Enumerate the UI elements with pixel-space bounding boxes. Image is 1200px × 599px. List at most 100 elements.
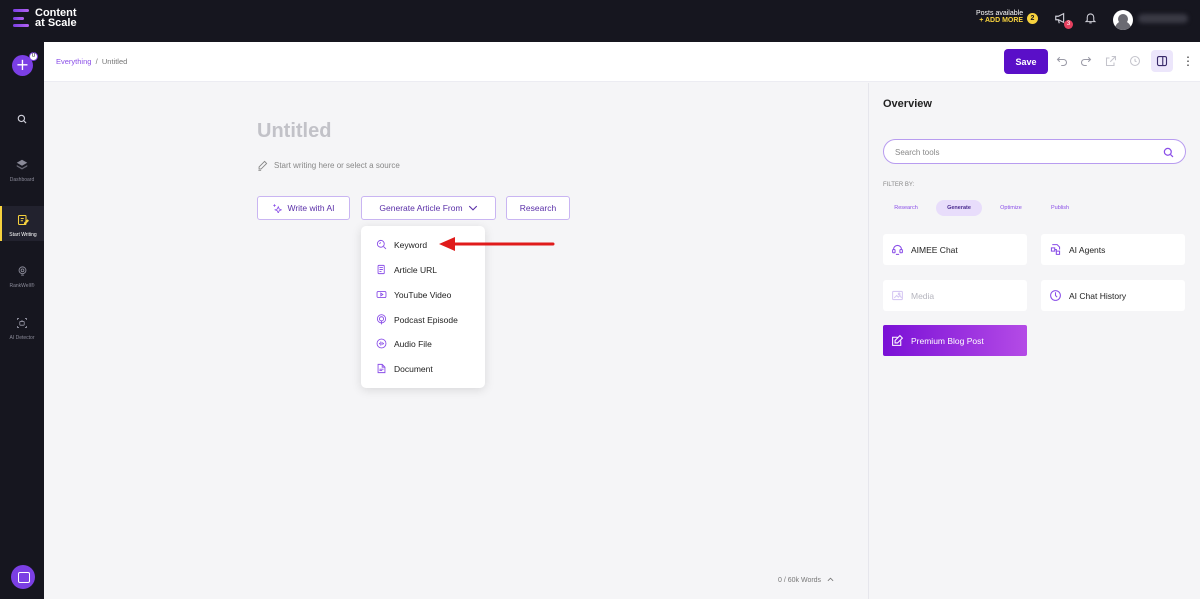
support-chat-button[interactable]: [11, 565, 35, 589]
article-icon: [377, 264, 385, 275]
sidebar-item-label: Start Writing: [9, 232, 37, 238]
username-blurred[interactable]: [1138, 14, 1188, 23]
chat-agent-icon: [892, 244, 903, 255]
pencil-icon: [258, 160, 268, 171]
chevron-down-icon: [468, 205, 477, 211]
menu-item-label: Audio File: [394, 338, 432, 349]
clock-history-icon: [1050, 290, 1061, 301]
add-more-link[interactable]: + ADD MORE: [976, 17, 1023, 24]
video-play-icon: [376, 290, 387, 299]
overview-panel: Overview FILTER BY: Research Generate Op…: [868, 83, 1200, 599]
sidebar-item-ai-detector[interactable]: AI Detector: [0, 314, 44, 344]
word-count-toggle[interactable]: 0 / 60k Words: [778, 577, 834, 584]
posts-count-badge: 2: [1027, 13, 1038, 24]
menu-item-label: Document: [394, 363, 433, 374]
brand-name: Content at Scale: [35, 8, 77, 29]
ai-agents-icon: [1050, 244, 1061, 255]
announcements-badge: 3: [1064, 20, 1073, 29]
bell-icon[interactable]: [1084, 11, 1097, 25]
new-document-badge: 0: [29, 52, 38, 61]
research-button[interactable]: Research: [506, 196, 570, 220]
more-options-icon[interactable]: ⋮: [1182, 54, 1194, 68]
sidebar-item-label: RankWell®: [9, 283, 35, 289]
tool-label: Media: [911, 290, 935, 301]
sidebar-item-dashboard[interactable]: Dashboard: [0, 156, 44, 186]
tool-premium-blog-post[interactable]: Premium Blog Post: [883, 325, 1027, 356]
sparkle-icon: [273, 204, 283, 213]
breadcrumb-current: Untitled: [101, 57, 128, 66]
posts-available[interactable]: Posts available + ADD MORE: [976, 10, 1023, 24]
tool-label: AI Chat History: [1069, 290, 1127, 301]
tool-label: Premium Blog Post: [911, 335, 984, 346]
breadcrumb: Everything / Untitled: [56, 57, 127, 66]
redo-icon[interactable]: [1080, 55, 1092, 67]
menu-item-keyword[interactable]: Keyword: [376, 239, 427, 250]
search-tools-field[interactable]: [883, 139, 1186, 164]
sidebar-item-start-writing[interactable]: Start Writing: [0, 206, 44, 241]
filter-chip-publish[interactable]: Publish: [1039, 200, 1081, 216]
sidebar-item-label: Dashboard: [9, 177, 35, 183]
side-panel-icon: [1156, 55, 1168, 67]
edit-post-icon: [892, 334, 904, 346]
write-with-ai-label: Write with AI: [287, 203, 335, 213]
menu-item-article-url[interactable]: Article URL: [376, 264, 437, 275]
annotation-arrow-icon: [439, 237, 555, 251]
filter-chip-research[interactable]: Research: [883, 200, 929, 216]
breadcrumb-separator: /: [95, 57, 98, 66]
tool-label: AI Agents: [1069, 244, 1106, 255]
menu-item-youtube-video[interactable]: YouTube Video: [376, 289, 451, 300]
document-header: Everything / Untitled Save ⋮: [44, 42, 1200, 82]
menu-item-audio-file[interactable]: Audio File: [376, 338, 432, 349]
search-icon[interactable]: [1163, 147, 1174, 158]
menu-item-label: Podcast Episode: [394, 314, 458, 325]
research-label: Research: [519, 203, 557, 213]
podcast-icon: [376, 314, 387, 325]
generate-article-from-label: Generate Article From: [379, 203, 463, 213]
filter-chip-optimize[interactable]: Optimize: [988, 200, 1034, 216]
undo-icon[interactable]: [1056, 55, 1068, 67]
editor-hint-text: Start writing here or select a source: [274, 161, 400, 170]
posts-available-label: Posts available: [976, 10, 1024, 17]
word-count-text: 0 / 60k Words: [778, 577, 822, 584]
editor-area: Untitled Start writing here or select a …: [44, 83, 868, 599]
document-title-input[interactable]: Untitled: [257, 120, 331, 143]
search-tools-input[interactable]: [895, 145, 1155, 159]
history-icon[interactable]: [1129, 55, 1141, 67]
logo-mark-icon: [13, 9, 29, 27]
menu-item-label: YouTube Video: [394, 289, 452, 300]
editor-body-placeholder[interactable]: Start writing here or select a source: [257, 160, 400, 171]
audio-wave-icon: [376, 338, 387, 349]
search-icon: [17, 114, 27, 124]
keyword-search-icon: [376, 239, 387, 250]
tool-aimee-chat[interactable]: AIMEE Chat: [883, 234, 1027, 265]
tool-ai-agents[interactable]: AI Agents: [1041, 234, 1185, 265]
media-image-icon: [892, 290, 903, 301]
chevron-up-icon: [827, 577, 834, 582]
menu-item-document[interactable]: Document: [376, 363, 433, 374]
generate-article-from-dropdown[interactable]: Generate Article From: [361, 196, 496, 220]
sidebar-item-label: AI Detector: [9, 335, 35, 341]
ai-detector-icon: [17, 318, 27, 328]
tool-media[interactable]: Media: [883, 280, 1027, 311]
brand-line-2: at Scale: [35, 17, 77, 29]
overview-title: Overview: [883, 98, 932, 110]
menu-item-label: Article URL: [394, 264, 437, 275]
tool-ai-chat-history[interactable]: AI Chat History: [1041, 280, 1185, 311]
menu-item-label: Keyword: [394, 239, 428, 250]
dashboard-icon: [16, 159, 28, 170]
rankwell-icon: [18, 266, 26, 276]
sidebar-item-rankwell[interactable]: RankWell®: [0, 262, 44, 292]
filter-by-label: FILTER BY:: [883, 182, 915, 188]
sidebar-item-search[interactable]: [0, 109, 44, 129]
menu-item-podcast-episode[interactable]: Podcast Episode: [376, 314, 458, 325]
export-icon[interactable]: [1105, 55, 1117, 67]
toggle-side-panel-button[interactable]: [1151, 50, 1173, 72]
top-bar: Content at Scale Posts available + ADD M…: [0, 0, 1200, 42]
write-with-ai-button[interactable]: Write with AI: [257, 196, 350, 220]
filter-chip-generate[interactable]: Generate: [936, 200, 982, 216]
content-at-scale-logo[interactable]: Content at Scale: [13, 8, 77, 29]
save-button[interactable]: Save: [1004, 49, 1048, 74]
breadcrumb-everything-link[interactable]: Everything: [56, 57, 91, 66]
user-avatar[interactable]: [1113, 10, 1133, 30]
document-icon: [377, 363, 386, 374]
